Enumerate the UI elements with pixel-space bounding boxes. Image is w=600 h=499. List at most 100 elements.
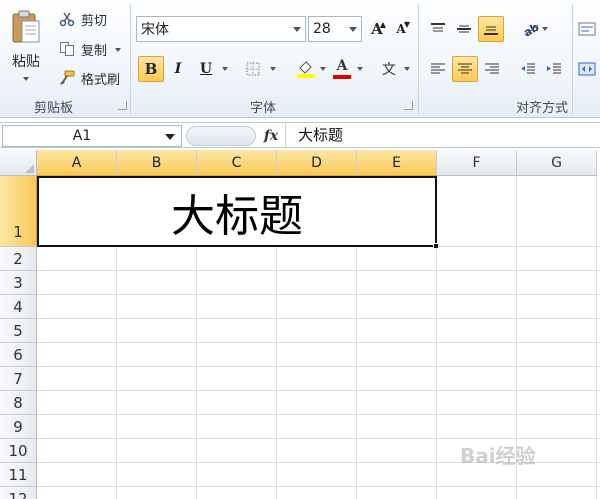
align-center-icon [458,63,472,74]
row-gridline [37,270,600,271]
align-left-button[interactable] [426,56,450,82]
grow-arrow-icon: ▲ [379,20,386,29]
row-gridline [37,366,600,367]
row-gridline [37,342,600,343]
font-name-value: 宋体 [141,22,169,38]
font-name-combo[interactable]: 宋体 [136,16,306,42]
cut-label: 剪切 [81,13,108,29]
merge-center-button[interactable] [576,56,598,82]
row-header-8[interactable]: 8 [0,391,37,415]
italic-icon: I [174,61,182,77]
font-color-icon: A [336,58,348,74]
column-header-f[interactable]: F [437,150,517,176]
column-header-a[interactable]: A [37,150,117,176]
title-text: 大标题 [171,190,303,242]
name-box[interactable]: A1 [2,125,182,147]
paste-icon [12,10,40,43]
copy-icon [60,42,74,56]
row-header-2[interactable]: 2 [0,247,37,271]
borders-dropdown-icon[interactable] [270,67,276,71]
row-header-4[interactable]: 4 [0,295,37,319]
align-middle-button[interactable] [452,16,476,42]
orientation-button[interactable]: ab [518,16,544,42]
row-header-7[interactable]: 7 [0,367,37,391]
align-right-icon [485,63,499,74]
align-right-button[interactable] [480,56,504,82]
row-header-10[interactable]: 10 [0,439,37,463]
clipboard-group-label: 剪贴板 [34,101,74,116]
borders-icon [246,62,260,76]
row-gridline [37,318,600,319]
cell-reference: A1 [72,128,92,144]
underline-dropdown-icon[interactable] [222,67,228,71]
font-color-dropdown-icon[interactable] [357,67,363,71]
paste-button[interactable]: 粘贴 [4,4,48,90]
font-size-dropdown-icon [349,27,357,32]
alignment-group-label: 对齐方式 [516,101,569,116]
column-header-c[interactable]: C [197,150,277,176]
fill-handle[interactable] [433,243,439,249]
insert-function-icon[interactable]: fx [260,126,282,146]
row-gridline [37,438,600,439]
column-header-b[interactable]: B [117,150,197,176]
shrink-font-button[interactable]: A ▼ [390,16,412,42]
align-top-icon [431,23,445,32]
font-dialog-launcher[interactable] [404,101,413,110]
orientation-dropdown-icon[interactable] [542,27,548,31]
format-painter-label: 格式刷 [81,72,121,88]
watermark: Bai经验 [460,444,536,468]
merge-center-icon [578,62,596,76]
row-header-5[interactable]: 5 [0,319,37,343]
align-center-button[interactable] [452,56,478,82]
formula-bar-splitter[interactable] [186,126,256,146]
formula-bar: A1 fx 大标题 [0,122,600,148]
scissors-icon [59,12,75,27]
bold-icon: B [144,60,158,78]
column-header-d[interactable]: D [277,150,357,176]
align-left-icon [431,63,445,74]
select-all-button[interactable] [0,150,37,176]
font-color-button[interactable]: A [330,56,354,82]
italic-button[interactable]: I [166,56,190,82]
row-header-6[interactable]: 6 [0,343,37,367]
formula-input[interactable]: 大标题 [285,123,600,147]
row-header-9[interactable]: 9 [0,415,37,439]
cut-button[interactable]: 剪切 [58,8,118,30]
decrease-indent-icon [521,63,535,74]
row-header-3[interactable]: 3 [0,271,37,295]
underline-button[interactable]: U [193,56,219,82]
format-painter-button[interactable]: 格式刷 [58,67,128,89]
paste-dropdown-icon [23,77,29,81]
font-name-dropdown-icon [293,27,301,32]
copy-label: 复制 [81,43,108,59]
name-box-dropdown-icon[interactable] [165,134,175,140]
copy-button[interactable]: 复制 [58,38,124,60]
column-header-e[interactable]: E [357,150,437,176]
grow-font-button[interactable]: A ▲ [366,16,388,42]
wrap-text-button[interactable] [576,16,598,42]
merged-title-cell[interactable]: 大标题 [37,176,437,247]
font-color-bar [333,75,351,79]
row-gridline [37,294,600,295]
clipboard-dialog-launcher[interactable] [118,101,127,110]
decrease-indent-button[interactable] [516,56,540,82]
phonetic-button[interactable]: 文 [376,56,402,82]
row-header-12[interactable]: 12 [0,487,37,499]
row-header-1[interactable]: 1 [0,176,37,247]
fill-color-button[interactable] [292,56,320,82]
align-bottom-icon [484,26,498,35]
row-header-11[interactable]: 11 [0,463,37,487]
column-header-g[interactable]: G [517,150,597,176]
increase-indent-icon [547,63,561,74]
font-size-combo[interactable]: 28 [308,16,362,42]
bold-button[interactable]: B [138,56,164,82]
phonetic-dropdown-icon[interactable] [404,67,410,71]
increase-indent-button[interactable] [542,56,566,82]
shrink-arrow-icon: ▼ [403,20,410,29]
align-bottom-button[interactable] [478,16,504,42]
phonetic-icon: 文 [382,62,396,78]
orientation-icon: ab [522,21,540,37]
borders-button[interactable] [240,56,266,82]
fill-color-dropdown-icon[interactable] [320,67,326,71]
align-top-button[interactable] [426,16,450,42]
